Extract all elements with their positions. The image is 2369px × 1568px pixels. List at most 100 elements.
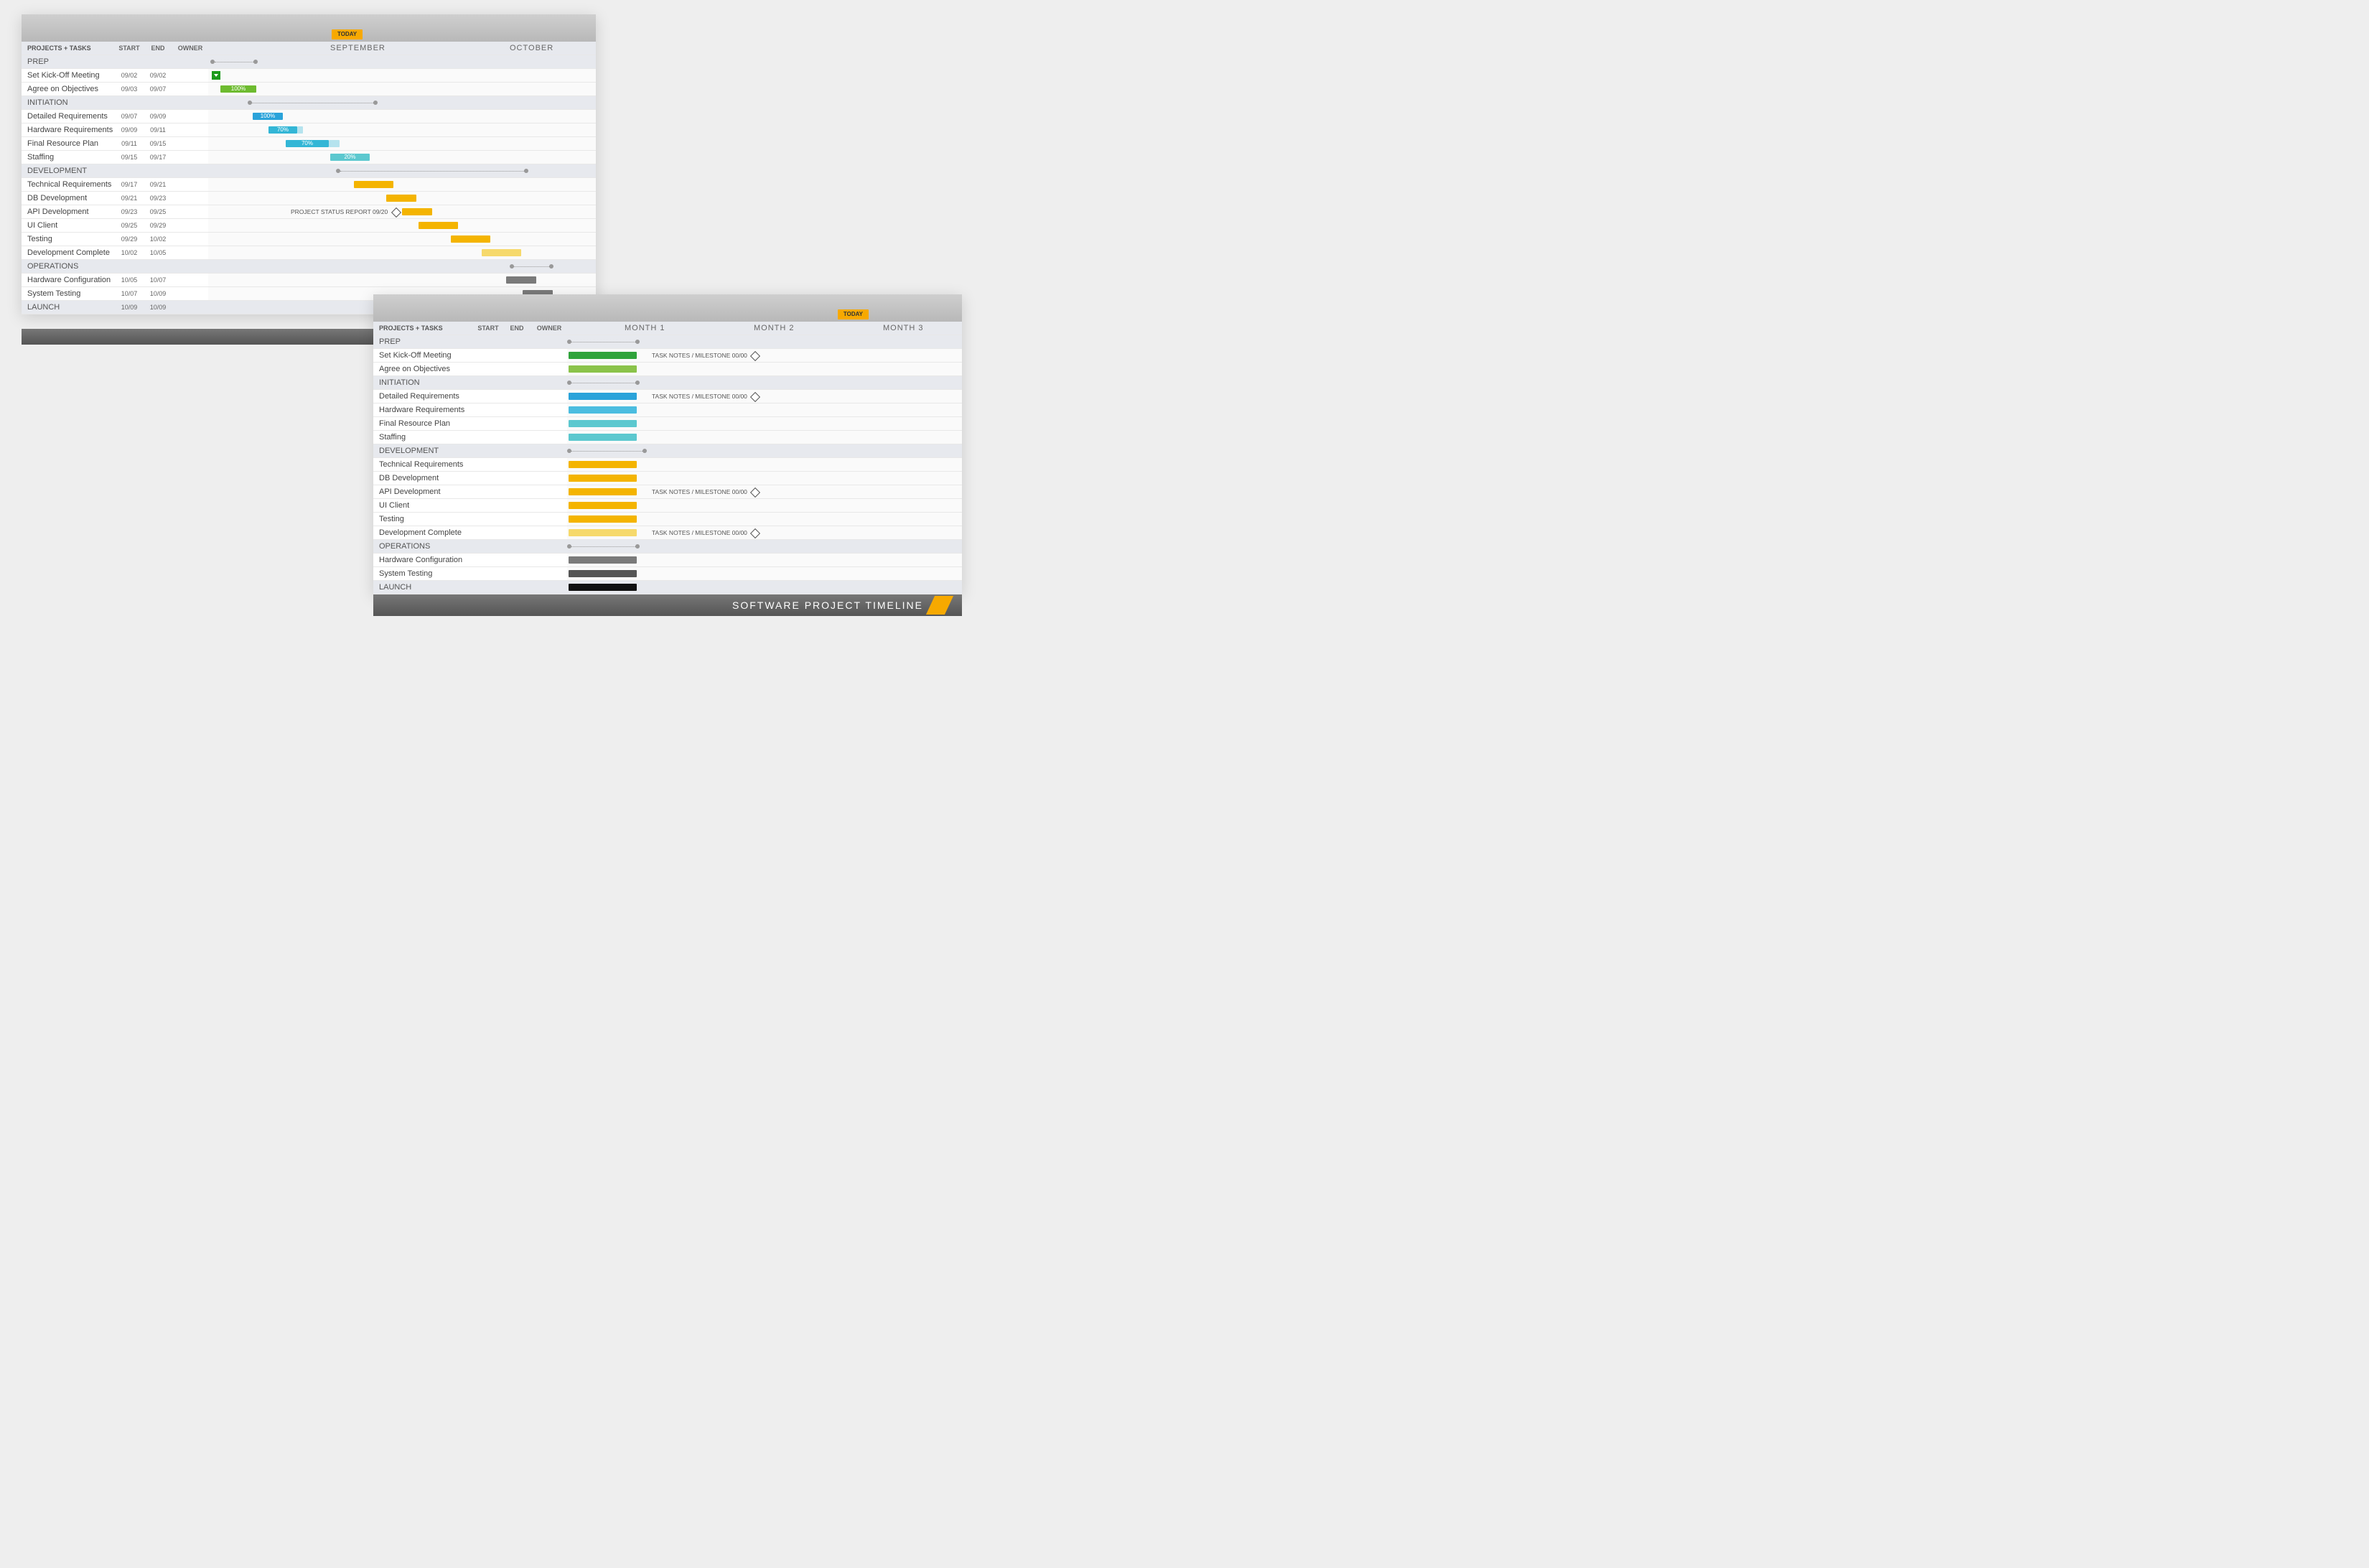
range-dot-icon xyxy=(635,544,640,549)
gantt-bar[interactable] xyxy=(569,529,637,536)
task-chart: TASK NOTES / MILESTONE 00/00 xyxy=(567,390,962,403)
task-chart xyxy=(567,363,962,375)
gantt-bar[interactable] xyxy=(569,420,637,427)
task-start: 09/15 xyxy=(115,154,144,161)
task-chart xyxy=(208,178,596,191)
task-end: 09/11 xyxy=(144,126,172,134)
task-row: API Development TASK NOTES / MILESTONE 00… xyxy=(373,485,962,499)
task-name: LAUNCH xyxy=(22,303,115,312)
task-chart xyxy=(567,431,962,444)
task-name: Testing xyxy=(373,515,474,523)
task-row: Technical Requirements xyxy=(373,458,962,472)
gantt-bar[interactable] xyxy=(506,276,536,284)
task-chart xyxy=(567,417,962,430)
gantt-bar[interactable] xyxy=(569,502,637,509)
section-row: DEVELOPMENT xyxy=(373,444,962,458)
task-end: 09/21 xyxy=(144,181,172,188)
task-end: 09/17 xyxy=(144,154,172,161)
task-name: System Testing xyxy=(373,569,474,578)
task-row: Staffing xyxy=(373,431,962,444)
task-name: Agree on Objectives xyxy=(22,85,115,93)
task-row: Agree on Objectives09/0309/07100% xyxy=(22,83,596,96)
task-name: INITIATION xyxy=(22,98,115,107)
today-badge: TODAY xyxy=(332,29,363,39)
gantt-bar[interactable] xyxy=(569,461,637,468)
range-dot-icon xyxy=(253,60,258,64)
task-name: OPERATIONS xyxy=(373,542,474,551)
gantt-bar[interactable] xyxy=(419,222,458,229)
task-name: Agree on Objectives xyxy=(373,365,474,373)
column-headers: PROJECTS + TASKS START END OWNER MONTH 1… xyxy=(373,322,962,335)
col-header-owner: OWNER xyxy=(531,325,567,332)
today-badge: TODAY xyxy=(838,309,869,319)
gantt-bar[interactable] xyxy=(569,365,637,373)
gantt-bar[interactable]: 70% xyxy=(268,126,297,134)
gantt-bar[interactable]: 70% xyxy=(286,140,329,147)
gantt-bar[interactable] xyxy=(569,488,637,495)
diamond-icon xyxy=(391,207,401,218)
task-chart: TASK NOTES / MILESTONE 00/00 xyxy=(567,485,962,498)
task-end: 09/15 xyxy=(144,140,172,147)
task-row: Development Complete10/0210/05 xyxy=(22,246,596,260)
task-chart xyxy=(208,96,596,109)
task-chart xyxy=(567,444,962,457)
gantt-bar[interactable] xyxy=(386,195,416,202)
task-row: Testing xyxy=(373,513,962,526)
gantt-bar[interactable] xyxy=(482,249,521,256)
footer-accent-icon xyxy=(926,596,953,615)
task-start: 09/17 xyxy=(115,181,144,188)
month-label: MONTH 3 xyxy=(883,324,924,332)
task-name: DB Development xyxy=(22,194,115,202)
task-row: Hardware Configuration xyxy=(373,554,962,567)
task-row: Staffing09/1509/1720% xyxy=(22,151,596,164)
milestone-icon[interactable] xyxy=(212,71,220,80)
task-chart xyxy=(208,192,596,205)
gantt-bar[interactable] xyxy=(569,515,637,523)
section-row: DEVELOPMENT xyxy=(22,164,596,178)
gantt-bar[interactable] xyxy=(569,393,637,400)
task-start: 09/03 xyxy=(115,85,144,93)
task-name: API Development xyxy=(373,487,474,496)
gantt-bar[interactable] xyxy=(451,235,490,243)
milestone-note: TASK NOTES / MILESTONE 00/00 xyxy=(652,529,759,537)
gantt-bar[interactable] xyxy=(569,406,637,414)
task-end: 10/09 xyxy=(144,290,172,297)
gantt-bar[interactable]: 20% xyxy=(330,154,370,161)
gantt-bar[interactable] xyxy=(569,434,637,441)
gantt-bar[interactable] xyxy=(569,570,637,577)
gantt-bar[interactable] xyxy=(354,181,393,188)
range-dot-icon xyxy=(643,449,647,453)
gantt-bar[interactable] xyxy=(402,208,432,215)
task-chart xyxy=(567,554,962,566)
task-start: 10/09 xyxy=(115,304,144,311)
gantt-bar[interactable] xyxy=(569,352,637,359)
gantt-bar[interactable] xyxy=(569,556,637,564)
col-header-end: END xyxy=(503,325,531,332)
task-start: 09/07 xyxy=(115,113,144,120)
gantt-bar[interactable]: 100% xyxy=(253,113,283,120)
col-header-end: END xyxy=(144,45,172,52)
month-label: MONTH 2 xyxy=(754,324,795,332)
task-start: 09/02 xyxy=(115,72,144,79)
section-row: LAUNCH xyxy=(373,581,962,594)
task-chart: 70% xyxy=(208,123,596,136)
task-name: Final Resource Plan xyxy=(22,139,115,148)
panel-header: TODAY xyxy=(22,14,596,42)
task-start: 09/25 xyxy=(115,222,144,229)
task-chart: PROJECT STATUS REPORT 09/20 xyxy=(208,205,596,218)
task-row: Technical Requirements09/1709/21 xyxy=(22,178,596,192)
gantt-bar[interactable] xyxy=(569,584,637,591)
task-start: 10/02 xyxy=(115,249,144,256)
gantt-bar[interactable]: 100% xyxy=(220,85,256,93)
task-name: Development Complete xyxy=(373,528,474,537)
range-dot-icon xyxy=(524,169,528,173)
col-header-tasks: PROJECTS + TASKS xyxy=(373,325,474,332)
task-end: 09/25 xyxy=(144,208,172,215)
task-name: LAUNCH xyxy=(373,583,474,592)
task-chart: TASK NOTES / MILESTONE 00/00 xyxy=(567,526,962,539)
gantt-bar[interactable] xyxy=(569,475,637,482)
diamond-icon xyxy=(750,487,760,498)
task-row: Final Resource Plan xyxy=(373,417,962,431)
diamond-icon xyxy=(750,528,760,538)
task-chart xyxy=(567,376,962,389)
